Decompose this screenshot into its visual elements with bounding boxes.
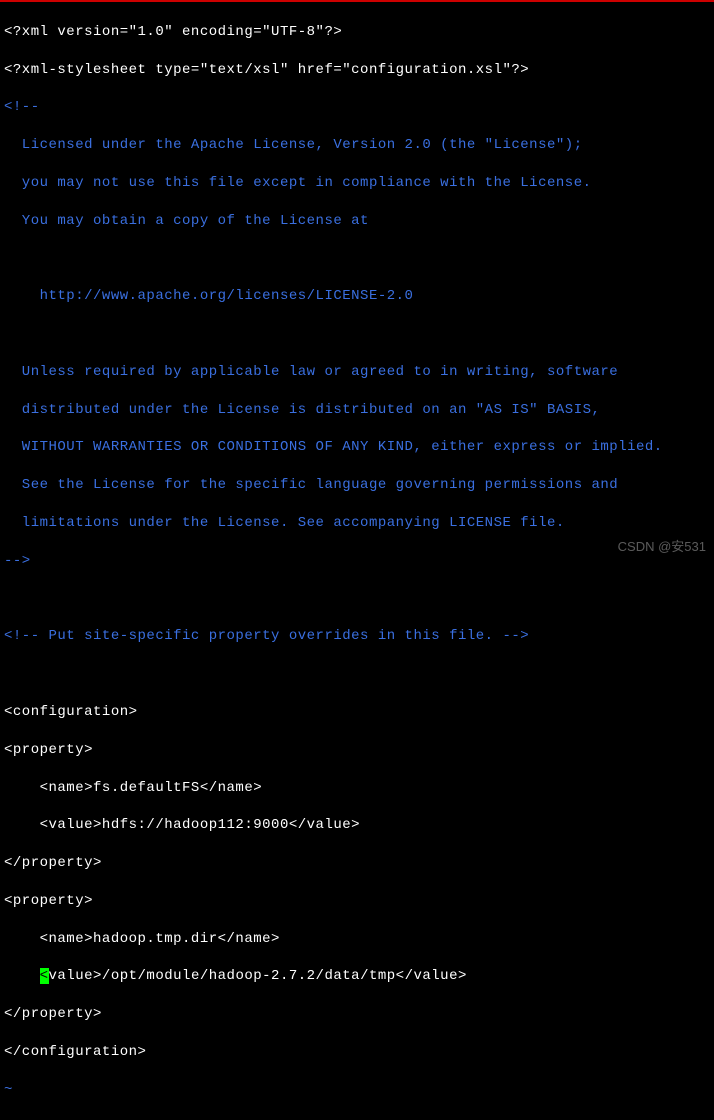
- code-line: [4, 665, 710, 684]
- code-line: Licensed under the Apache License, Versi…: [4, 136, 710, 155]
- code-line: WITHOUT WARRANTIES OR CONDITIONS OF ANY …: [4, 438, 710, 457]
- code-line: [4, 590, 710, 609]
- code-line: <configuration>: [4, 703, 710, 722]
- code-line: distributed under the License is distrib…: [4, 401, 710, 420]
- code-line: -->: [4, 552, 710, 571]
- code-line: <value>hdfs://hadoop112:9000</value>: [4, 816, 710, 835]
- code-line: </property>: [4, 854, 710, 873]
- code-line: </configuration>: [4, 1043, 710, 1062]
- tilde-line: ~: [4, 1081, 710, 1100]
- code-line: <!--: [4, 98, 710, 117]
- code-line: <name>fs.defaultFS</name>: [4, 779, 710, 798]
- code-line: <property>: [4, 741, 710, 760]
- code-line: limitations under the License. See accom…: [4, 514, 710, 533]
- code-line: you may not use this file except in comp…: [4, 174, 710, 193]
- code-line: <?xml version="1.0" encoding="UTF-8"?>: [4, 23, 710, 42]
- code-line: http://www.apache.org/licenses/LICENSE-2…: [4, 287, 710, 306]
- cursor: <: [40, 968, 49, 984]
- code-line: [4, 250, 710, 269]
- watermark: CSDN @安531: [618, 538, 706, 556]
- code-line: [4, 325, 710, 344]
- code-line: You may obtain a copy of the License at: [4, 212, 710, 231]
- code-line: <?xml-stylesheet type="text/xsl" href="c…: [4, 61, 710, 80]
- code-line: <value>/opt/module/hadoop-2.7.2/data/tmp…: [4, 967, 710, 986]
- code-line: <!-- Put site-specific property override…: [4, 627, 710, 646]
- code-line: <name>hadoop.tmp.dir</name>: [4, 930, 710, 949]
- code-line: See the License for the specific languag…: [4, 476, 710, 495]
- code-line: <property>: [4, 892, 710, 911]
- code-line: </property>: [4, 1005, 710, 1024]
- code-line: Unless required by applicable law or agr…: [4, 363, 710, 382]
- vim-editor[interactable]: <?xml version="1.0" encoding="UTF-8"?> <…: [0, 2, 714, 1120]
